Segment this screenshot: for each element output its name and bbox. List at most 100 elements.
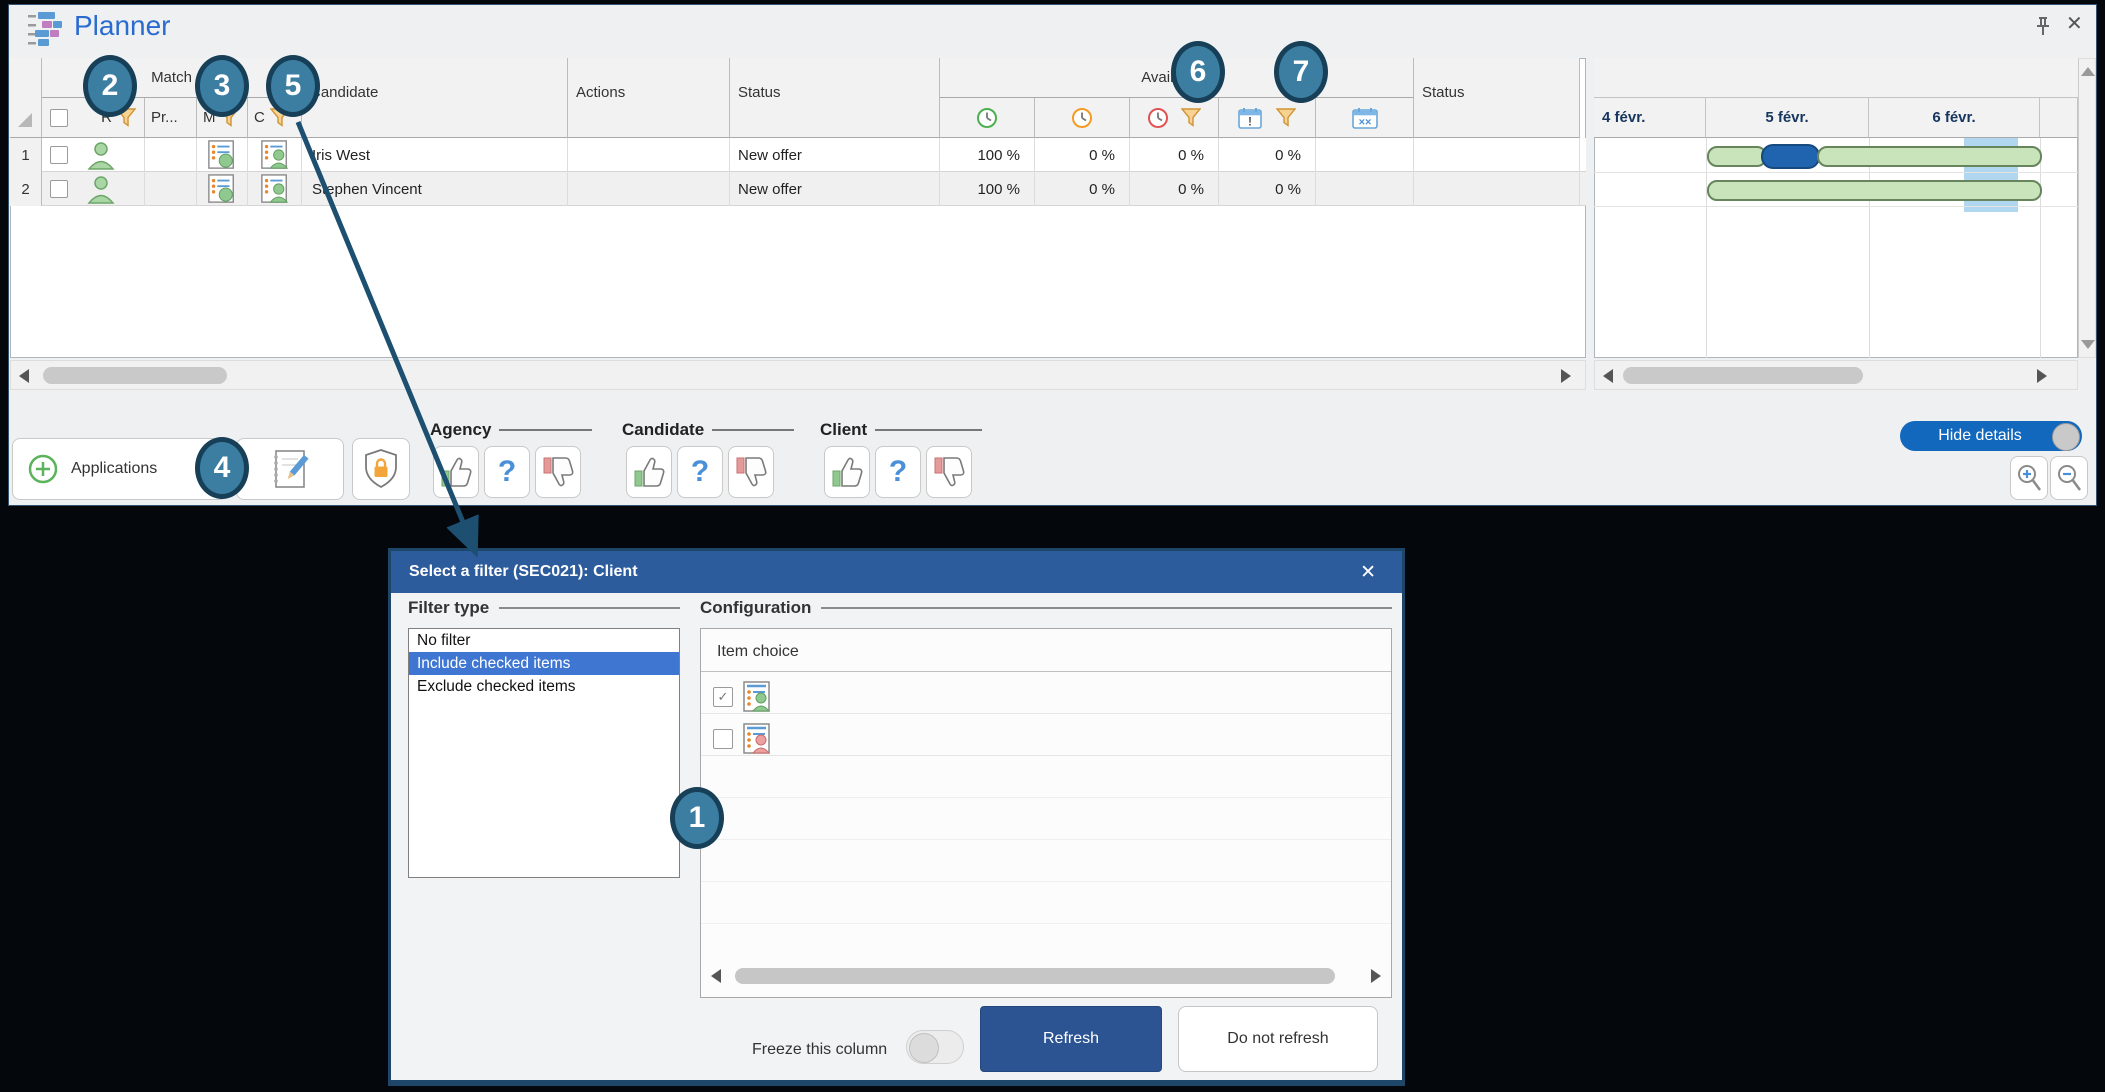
scroll-up-icon[interactable] <box>2081 67 2095 76</box>
column-header-calendar-excluded[interactable]: ×× <box>1316 98 1414 138</box>
scroll-right-icon[interactable] <box>2037 369 2047 383</box>
person-icon[interactable] <box>86 140 116 170</box>
candidate-list-icon[interactable] <box>260 174 290 204</box>
calendar-filter-funnel-icon[interactable] <box>1276 108 1296 127</box>
filter-option-include-checked[interactable]: Include checked items <box>409 652 679 675</box>
group-header-match: Match <box>42 58 302 98</box>
grid-hscrollbar-thumb[interactable] <box>43 367 227 384</box>
item-choice-header[interactable]: Item choice <box>717 643 799 661</box>
notebook-pencil-icon <box>268 447 312 491</box>
grid-corner-cell[interactable] <box>10 58 42 138</box>
grid-hscrollbar[interactable] <box>10 360 1586 390</box>
client-group-label: Client <box>820 420 982 440</box>
availability-cell <box>1316 138 1414 172</box>
column-header-actions[interactable]: Actions <box>568 58 730 138</box>
close-panel-icon[interactable]: ✕ <box>2066 14 2083 34</box>
pin-icon[interactable] <box>2034 16 2052 38</box>
dialog-close-icon[interactable]: ✕ <box>1360 561 1376 584</box>
security-shield-button[interactable] <box>352 438 410 500</box>
question-icon: ? <box>691 457 709 487</box>
row-number[interactable]: 2 <box>10 172 42 206</box>
client-unknown-button[interactable]: ? <box>875 446 921 498</box>
row-checkbox[interactable] <box>50 180 68 198</box>
matching-list-icon[interactable] <box>207 140 237 170</box>
column-header-availability-green[interactable] <box>940 98 1035 138</box>
client-thumbs-down-button[interactable] <box>926 446 972 498</box>
pr-cell <box>145 138 197 172</box>
availability-cell: 0 % <box>1130 172 1219 206</box>
row-checkbox[interactable] <box>50 146 68 164</box>
scroll-left-icon[interactable] <box>711 969 721 983</box>
config-hscrollbar-thumb[interactable] <box>735 968 1335 984</box>
gantt-bar-segment[interactable] <box>1761 144 1820 169</box>
select-all-checkbox[interactable] <box>50 109 68 127</box>
zoom-in-button[interactable] <box>2010 456 2048 500</box>
dialog-title: Select a filter (SEC021): Client <box>409 563 638 581</box>
config-hscrollbar[interactable] <box>707 965 1385 987</box>
status2-cell <box>1414 172 1580 206</box>
column-header-status2[interactable]: Status <box>1414 58 1580 138</box>
agency-unknown-button[interactable]: ? <box>484 446 530 498</box>
select-all-triangle-icon <box>18 113 32 127</box>
column-header-status[interactable]: Status <box>730 58 940 138</box>
dialog-titlebar[interactable]: Select a filter (SEC021): Client ✕ <box>391 551 1402 593</box>
agency-thumbs-down-button[interactable] <box>535 446 581 498</box>
candidate-cell[interactable]: Iris West <box>302 138 568 172</box>
candidate-thumbs-down-button[interactable] <box>728 446 774 498</box>
candidate-list-icon[interactable] <box>260 140 290 170</box>
hide-details-button[interactable]: Hide details <box>1900 421 2082 451</box>
row-number[interactable]: 1 <box>10 138 42 172</box>
agency-thumbs-up-button[interactable] <box>433 446 479 498</box>
candidate-thumbs-up-button[interactable] <box>626 446 672 498</box>
scroll-right-icon[interactable] <box>1371 969 1381 983</box>
scroll-left-icon[interactable] <box>19 369 29 383</box>
column-header-calendar-warning[interactable]: ! <box>1219 98 1316 138</box>
column-header-candidate[interactable]: Candidate <box>302 58 568 138</box>
filter-type-listbox[interactable]: No filter Include checked items Exclude … <box>408 628 680 878</box>
scroll-right-icon[interactable] <box>1561 369 1571 383</box>
item-checkbox-unchecked[interactable] <box>713 729 733 749</box>
configuration-group-label: Configuration <box>700 598 1392 618</box>
filter-option-exclude-checked[interactable]: Exclude checked items <box>409 675 679 698</box>
client-list-green-icon[interactable] <box>743 681 771 713</box>
refresh-button[interactable]: Refresh <box>980 1006 1162 1072</box>
pr-header-label: Pr... <box>151 109 178 126</box>
matching-list-icon[interactable] <box>207 174 237 204</box>
freeze-column-toggle[interactable] <box>906 1030 964 1064</box>
toggle-knob <box>909 1033 939 1063</box>
gantt-date-header[interactable]: 6 févr. <box>1869 98 2040 138</box>
client-list-red-icon[interactable] <box>743 723 771 755</box>
scroll-down-icon[interactable] <box>2081 340 2095 349</box>
m-cell <box>197 138 248 172</box>
gantt-date-header[interactable]: 5 févr. <box>1706 98 1869 138</box>
gantt-bar-segment[interactable] <box>1707 180 2042 201</box>
column-header-availability-red[interactable] <box>1130 98 1219 138</box>
gantt-bar-segment[interactable] <box>1707 146 1767 167</box>
gantt-hscrollbar-thumb[interactable] <box>1623 367 1863 384</box>
column-header-pr[interactable]: Pr... <box>145 98 197 138</box>
scroll-left-icon[interactable] <box>1603 369 1613 383</box>
config-item-row: ✓ <box>713 681 771 713</box>
edit-notes-button[interactable] <box>236 438 344 500</box>
gantt-rowline <box>1594 206 2078 207</box>
filter-option-no-filter[interactable]: No filter <box>409 629 679 652</box>
candidate-unknown-button[interactable]: ? <box>677 446 723 498</box>
gantt-bar-segment[interactable] <box>1817 146 2042 167</box>
red-clock-filter-funnel-icon[interactable] <box>1181 108 1201 127</box>
gantt-vscrollbar[interactable] <box>2078 58 2096 358</box>
column-header-availability-orange[interactable] <box>1035 98 1130 138</box>
item-checkbox-checked[interactable]: ✓ <box>713 687 733 707</box>
zoom-out-button[interactable] <box>2050 456 2088 500</box>
green-clock-icon <box>976 107 998 129</box>
c-cell <box>248 172 302 206</box>
gantt-hscrollbar[interactable] <box>1594 360 2078 390</box>
person-icon[interactable] <box>86 174 116 204</box>
client-thumbs-up-button[interactable] <box>824 446 870 498</box>
thumbs-down-icon <box>541 454 575 490</box>
gantt-date-header[interactable]: 4 févr. <box>1594 98 1706 138</box>
question-icon: ? <box>498 457 516 487</box>
actions-cell <box>568 138 730 172</box>
candidate-cell[interactable]: Stephen Vincent <box>302 172 568 206</box>
do-not-refresh-button[interactable]: Do not refresh <box>1178 1006 1378 1072</box>
add-circle-icon <box>27 453 59 485</box>
